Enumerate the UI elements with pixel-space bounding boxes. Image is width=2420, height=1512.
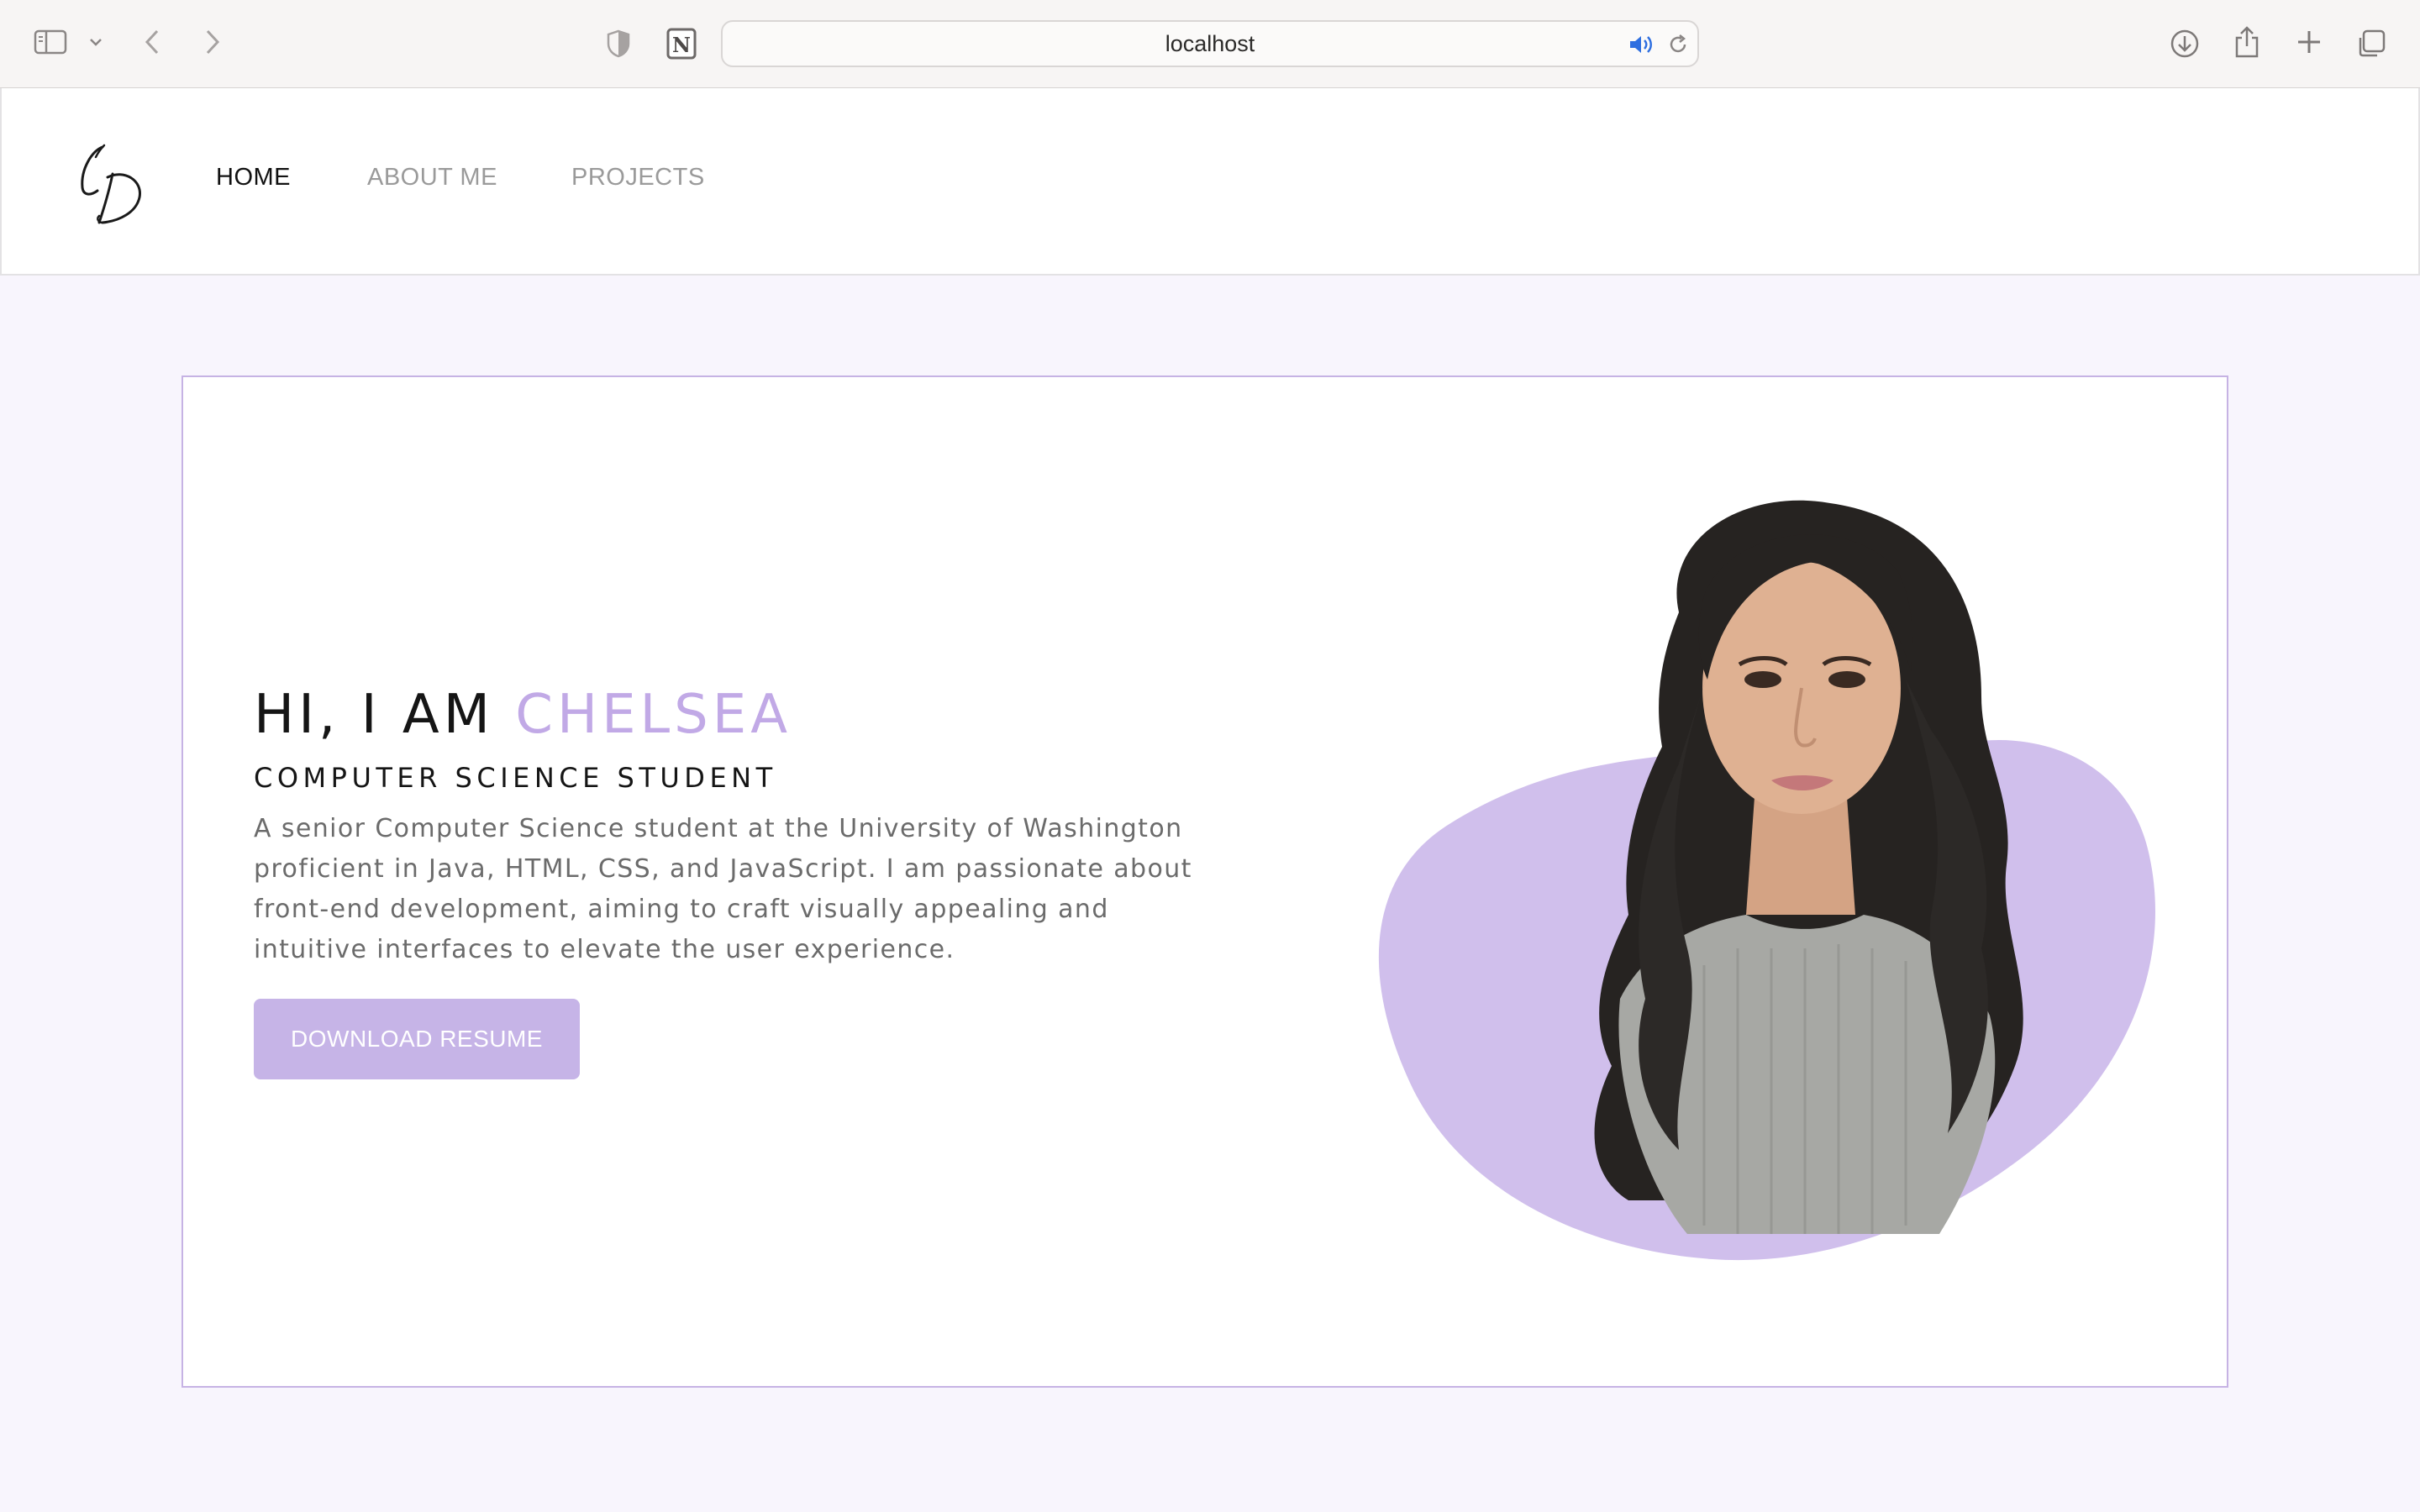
hero-description: A senior Computer Science student at the… — [254, 814, 1192, 964]
share-icon[interactable] — [2228, 22, 2265, 62]
nav-about-me[interactable]: ABOUT ME — [367, 164, 497, 192]
shield-half-icon[interactable] — [602, 27, 635, 60]
hero-title: HI, I AM CHELSEA — [254, 684, 792, 746]
browser-toolbar: N localhost — [0, 0, 2420, 88]
hero-name: CHELSEA — [515, 684, 792, 746]
hero-subtitle: COMPUTER SCIENCE STUDENT — [254, 762, 777, 794]
address-bar[interactable]: localhost — [721, 20, 1699, 67]
logo-cd-monogram[interactable] — [71, 139, 146, 231]
download-icon[interactable] — [2166, 25, 2203, 62]
nav-home[interactable]: HOME — [216, 164, 291, 192]
tabs-overview-icon[interactable] — [2353, 25, 2390, 62]
site-header: HOME ABOUT ME PROJECTS — [0, 88, 2420, 276]
chevron-right-icon[interactable] — [200, 25, 225, 59]
nav-projects[interactable]: PROJECTS — [571, 164, 705, 192]
hero-card: HI, I AM CHELSEA COMPUTER SCIENCE STUDEN… — [182, 375, 2228, 1388]
chevron-left-icon[interactable] — [139, 25, 165, 59]
notion-icon[interactable]: N — [664, 25, 699, 62]
profile-portrait — [1309, 478, 2200, 1284]
reload-icon[interactable] — [1664, 30, 1692, 59]
svg-text:N: N — [672, 33, 691, 57]
download-resume-button[interactable]: DOWNLOAD RESUME — [254, 999, 580, 1079]
hero-greeting: HI, I AM — [254, 684, 494, 746]
chevron-down-icon[interactable] — [86, 30, 106, 54]
sidebar-icon[interactable] — [32, 27, 69, 57]
speaker-icon[interactable] — [1627, 30, 1655, 59]
url-text[interactable]: localhost — [723, 22, 1697, 66]
plus-icon[interactable] — [2292, 25, 2326, 59]
